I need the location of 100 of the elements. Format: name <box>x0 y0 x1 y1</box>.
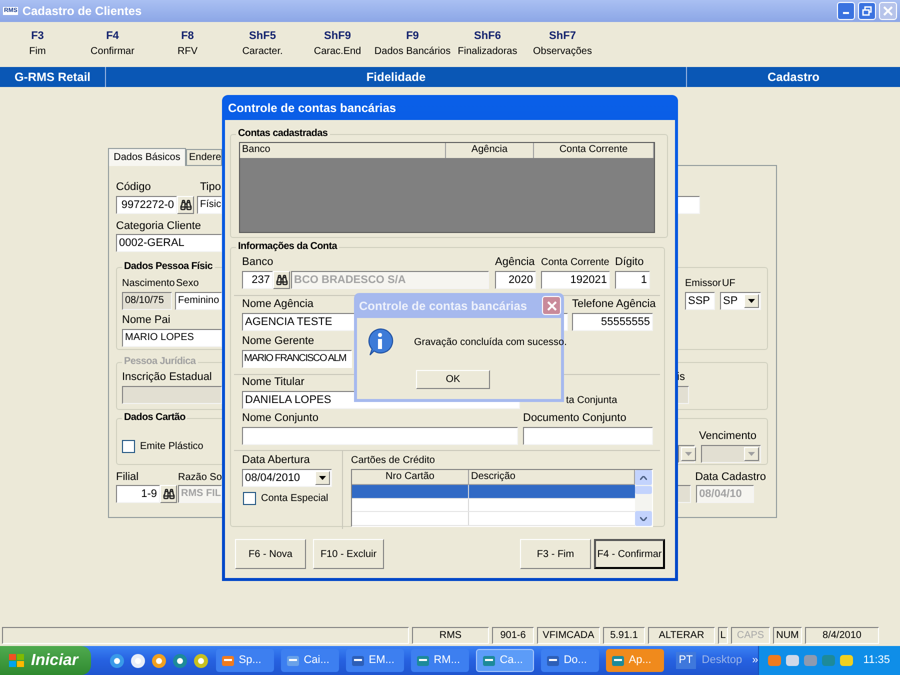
quick-launch-icon[interactable] <box>130 652 146 668</box>
close-icon <box>883 6 893 16</box>
field-label: Dígito <box>615 256 644 269</box>
field-label: Cartões de Crédito <box>351 454 435 467</box>
screen-name: Cadastro <box>766 69 820 86</box>
text-field[interactable]: 2020 <box>495 271 536 289</box>
text-field[interactable]: 1 <box>615 271 650 289</box>
text-field[interactable]: 9972272-0 <box>116 196 177 214</box>
quick-launch-icon[interactable] <box>109 652 126 668</box>
text-field[interactable]: 1-9 <box>116 485 160 503</box>
field-label: Vencimento <box>699 430 756 443</box>
text-field[interactable]: 08/10/75 <box>122 292 172 310</box>
toolbar-button[interactable]: F9 Dados Bancários <box>375 25 450 63</box>
toolbar-button[interactable]: ShF9 Carac.End <box>300 25 375 63</box>
text-field[interactable]: 237 <box>242 271 273 289</box>
scrollbar[interactable] <box>635 470 652 526</box>
taskbar-button[interactable]: RM... <box>410 649 469 672</box>
table-row[interactable] <box>352 485 635 499</box>
toolbar-button[interactable]: F3 Fim <box>0 25 75 63</box>
ok-button[interactable]: OK <box>416 370 490 389</box>
field-label: Tipo <box>200 181 221 194</box>
field-label: Nome Conjunto <box>242 412 318 425</box>
search-button[interactable] <box>160 485 177 503</box>
field-label: Conta Especial <box>261 492 328 505</box>
taskbar-button[interactable]: Cai... <box>280 649 339 672</box>
app-icon <box>350 654 365 668</box>
text-field[interactable]: 0002-GERAL <box>116 234 222 252</box>
app-icon <box>546 654 560 668</box>
dialog-button[interactable]: F3 - Fim <box>520 539 591 569</box>
checkbox[interactable] <box>243 492 256 505</box>
taskbar-button[interactable]: Do... <box>540 649 599 672</box>
text-field[interactable]: MARIO LOPES <box>122 329 222 347</box>
dropdown[interactable]: 08/04/2010 <box>242 469 332 487</box>
message-box-title: Controle de contas bancárias <box>359 298 528 314</box>
field-label: Razão So <box>178 471 222 484</box>
toolbar-button[interactable]: ShF6 Finalizadoras <box>450 25 525 63</box>
caret-icon <box>319 476 326 480</box>
quick-launch-icon[interactable] <box>193 652 210 668</box>
field-label: Emite Plástico <box>140 440 204 453</box>
text-field[interactable]: 55555555 <box>572 313 653 331</box>
field-label: Agência <box>495 256 535 269</box>
status-cell: VFIMCADA <box>537 627 600 644</box>
column-header[interactable]: Conta Corrente <box>534 143 654 158</box>
toolbar-button[interactable]: F8 RFV <box>150 25 225 63</box>
field-label: Telefone Agência <box>572 298 656 311</box>
field-label: Emissor <box>685 277 722 290</box>
caret-icon <box>748 452 755 456</box>
field-label: Inscrição Estadual <box>122 371 212 384</box>
text-field[interactable] <box>677 196 700 214</box>
column-header[interactable]: Banco <box>240 143 446 158</box>
chevron-button[interactable]: » <box>752 652 758 669</box>
toolbar-button[interactable]: ShF5 Caracter. <box>225 25 300 63</box>
status-cell: NUM <box>773 627 802 644</box>
text-field[interactable]: Feminino <box>175 292 222 310</box>
field-label: Conta Corrente <box>541 256 610 269</box>
start-button[interactable]: Iniciar <box>0 646 92 675</box>
text-field[interactable] <box>523 427 653 445</box>
windows-logo-icon <box>8 652 26 668</box>
caret-icon <box>748 299 755 303</box>
search-button[interactable] <box>273 271 290 289</box>
dialog-button[interactable]: F4 - Confirmar <box>594 539 665 569</box>
dropdown[interactable]: SP <box>720 292 761 310</box>
text-field[interactable]: MARIO FRANCISCO ALM <box>242 350 352 368</box>
dialog-button[interactable]: F10 - Excluir <box>313 539 384 569</box>
quick-launch-icon[interactable] <box>172 652 188 668</box>
binoculars-icon <box>276 274 288 286</box>
scroll-thumb[interactable] <box>635 486 652 494</box>
language-indicator[interactable]: PT <box>676 652 696 669</box>
text-field[interactable] <box>242 427 518 445</box>
tray-icon[interactable] <box>785 653 800 668</box>
text-field[interactable]: SSP <box>685 292 715 310</box>
field-label: Filial <box>116 471 139 484</box>
column-header[interactable]: Agência <box>446 143 534 158</box>
tab[interactable]: Dados Básicos <box>108 148 186 166</box>
quick-launch-icon[interactable] <box>151 652 168 668</box>
toolbar-button[interactable]: ShF7 Observações <box>525 25 600 63</box>
field-label: Nome Titular <box>242 376 304 389</box>
binoculars-icon <box>162 488 174 500</box>
app-icon <box>286 654 300 668</box>
status-cell: 8/4/2010 <box>805 627 879 644</box>
taskbar-button[interactable]: EM... <box>346 649 404 672</box>
minimize-button[interactable] <box>837 2 855 20</box>
scroll-up-button[interactable] <box>635 470 652 485</box>
text-field[interactable]: Físic <box>197 196 222 214</box>
app-icon <box>220 654 235 668</box>
text-field[interactable]: 192021 <box>541 271 610 289</box>
tab[interactable]: Endere <box>186 149 222 165</box>
status-cell: L <box>718 627 728 644</box>
taskbar-button[interactable]: Sp... <box>216 649 274 672</box>
tray-icon[interactable] <box>839 653 854 668</box>
checkbox[interactable] <box>122 440 135 453</box>
status-cell: CAPS <box>731 627 770 644</box>
close-icon <box>546 300 556 310</box>
toolbar-button[interactable]: F4 Confirmar <box>75 25 150 63</box>
caret-icon <box>685 452 692 456</box>
scroll-down-button[interactable] <box>635 511 652 526</box>
close-button[interactable] <box>542 296 561 315</box>
search-button[interactable] <box>177 196 194 214</box>
dialog-button[interactable]: F6 - Nova <box>235 539 306 569</box>
restore-button[interactable] <box>858 2 876 20</box>
